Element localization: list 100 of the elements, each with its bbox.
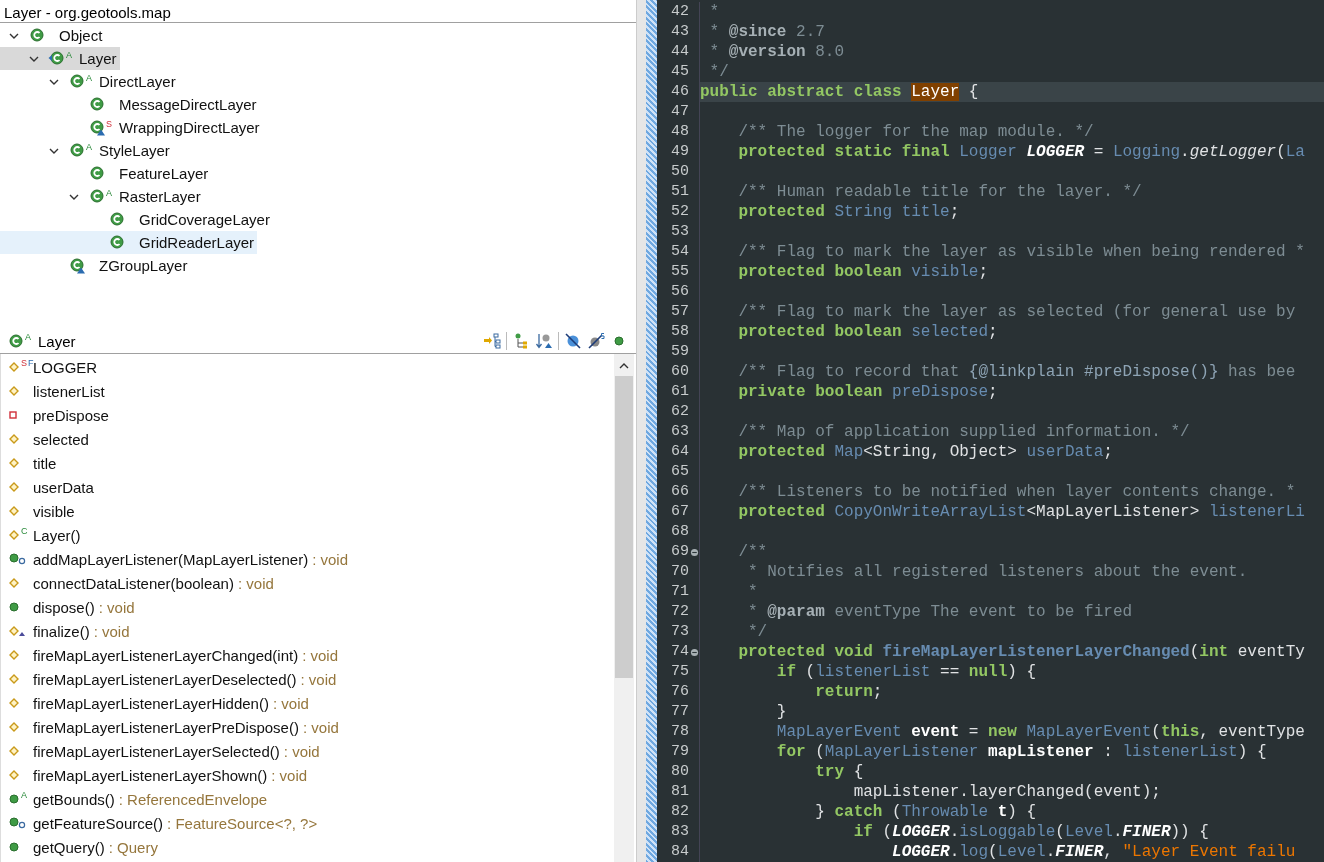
- tree-item[interactable]: Object: [0, 24, 106, 47]
- class-icon: [28, 27, 46, 44]
- member-item[interactable]: addMapLayerListener(MapLayerListener) : void: [1, 547, 614, 571]
- inherited-members-icon[interactable]: [483, 332, 501, 350]
- tree-item[interactable]: A RasterLayer: [0, 185, 204, 208]
- line-number: 67: [670, 502, 689, 522]
- code-line: return;: [814, 682, 883, 702]
- code-line: /** Flag to mark the layer as selected (for general use by: [737, 302, 1296, 322]
- diamond-icon: [9, 578, 19, 588]
- line-number: 77: [670, 702, 689, 722]
- member-name: getQuery(): [33, 838, 105, 856]
- line-number: 59: [670, 342, 689, 362]
- member-item[interactable]: title: [1, 451, 614, 475]
- line-number: 64: [670, 442, 689, 462]
- member-name: userData: [33, 478, 94, 496]
- modifier-label: S: [21, 358, 27, 368]
- fold-icon[interactable]: [689, 647, 699, 657]
- member-item[interactable]: selected: [1, 427, 614, 451]
- code-line: /** Human readable title for the layer. */: [737, 182, 1142, 202]
- view-title: Layer - org.geotools.map: [0, 0, 636, 23]
- member-item[interactable]: getFeatureSource() : FeatureSource<?, ?>: [1, 811, 614, 835]
- diamond-icon: [9, 506, 19, 516]
- dot-icon: [9, 553, 26, 565]
- member-name: selected: [33, 430, 89, 448]
- member-name: LOGGER: [33, 358, 98, 376]
- member-item[interactable]: finalize() : void: [1, 619, 614, 643]
- tree-item[interactable]: A StyleLayer: [0, 139, 173, 162]
- code-line: /**: [737, 542, 768, 562]
- code-line: } catch (Throwable t) {: [814, 802, 1037, 822]
- member-item[interactable]: visible: [1, 499, 614, 523]
- class-icon: [68, 142, 86, 159]
- member-item[interactable]: fireMapLayerListenerLayerSelected() : void: [1, 739, 614, 763]
- line-number: 72: [670, 602, 689, 622]
- tree-item[interactable]: GridCoverageLayer: [0, 208, 273, 231]
- member-item[interactable]: userData: [1, 475, 614, 499]
- member-item[interactable]: fireMapLayerListenerLayerPreDispose() : void: [1, 715, 614, 739]
- scrollbar[interactable]: [614, 354, 634, 862]
- code-line: mapListener.layerChanged(event);: [852, 782, 1161, 802]
- tree-item[interactable]: ZGroupLayer: [0, 254, 191, 277]
- class-icon: [108, 211, 126, 228]
- tree-item[interactable]: S WrappingDirectLayer: [0, 116, 263, 139]
- member-item[interactable]: fireMapLayerListenerLayerShown() : void: [1, 763, 614, 787]
- class-icon: [68, 73, 86, 90]
- line-number: 79: [670, 742, 689, 762]
- member-name: title: [33, 454, 57, 472]
- line-number: 60: [670, 362, 689, 382]
- line-number: 47: [670, 102, 689, 122]
- hide-static-icon[interactable]: [587, 332, 605, 350]
- member-item[interactable]: fireMapLayerListenerLayerChanged(int) : void: [1, 643, 614, 667]
- line-number: 63: [670, 422, 689, 442]
- line-number: 82: [670, 802, 689, 822]
- line-number: 80: [670, 762, 689, 782]
- return-type: : void: [271, 766, 308, 784]
- code-line: }: [775, 702, 787, 722]
- line-number: 76: [670, 682, 689, 702]
- line-number: 58: [670, 322, 689, 342]
- return-type: : void: [283, 742, 320, 760]
- member-item[interactable]: C Layer(): [1, 523, 614, 547]
- member-item[interactable]: fireMapLayerListenerLayerDeselected() : void: [1, 667, 614, 691]
- dot-icon: [9, 842, 19, 852]
- tree-item[interactable]: A Layer: [0, 47, 120, 70]
- diamond-icon: [9, 770, 19, 780]
- tree-item[interactable]: A DirectLayer: [0, 70, 179, 93]
- dot-icon: [9, 794, 19, 804]
- member-item[interactable]: listenerList: [1, 379, 614, 403]
- fold-icon[interactable]: [689, 547, 699, 557]
- code-line: /** Flag to mark the layer as visible when being rendered *: [737, 242, 1305, 262]
- tree-item[interactable]: MessageDirectLayer: [0, 93, 260, 116]
- code-line: *: [747, 582, 758, 602]
- line-number: 68: [670, 522, 689, 542]
- member-item[interactable]: preDispose: [1, 403, 614, 427]
- code-line: MapLayerEvent event = new MapLayerEvent(this, eventType: [775, 722, 1305, 742]
- sort-icon[interactable]: [535, 332, 553, 350]
- scroll-up-icon[interactable]: [618, 362, 630, 370]
- modifier-label: A: [21, 790, 27, 800]
- member-name: fireMapLayerListenerLayerPreDispose(): [33, 718, 299, 736]
- class-icon: [88, 188, 106, 205]
- member-item[interactable]: A getBounds() : ReferencedEnvelope: [1, 787, 614, 811]
- code-line: private boolean preDispose;: [737, 382, 998, 402]
- return-type: : ReferencedEnvelope: [118, 790, 268, 808]
- type-name: Layer: [38, 332, 76, 350]
- line-number: 44: [670, 42, 689, 62]
- tree-item[interactable]: FeatureLayer: [0, 162, 212, 185]
- line-number: 50: [670, 162, 689, 182]
- diamond-icon: [9, 625, 26, 637]
- hide-fields-icon[interactable]: [564, 332, 582, 350]
- modifier-label: A: [25, 332, 31, 342]
- member-name: finalize(): [33, 622, 90, 640]
- line-number: 51: [670, 182, 689, 202]
- class-icon: [88, 119, 106, 136]
- tree-item[interactable]: GridReaderLayer: [0, 231, 258, 254]
- line-number: 69: [670, 542, 689, 562]
- member-item[interactable]: fireMapLayerListenerLayerHidden() : void: [1, 691, 614, 715]
- return-type: : Query: [108, 838, 158, 856]
- member-item[interactable]: connectDataListener(boolean) : void: [1, 571, 614, 595]
- modifier-label: S: [106, 119, 112, 129]
- member-item[interactable]: dispose() : void: [1, 595, 614, 619]
- member-item[interactable]: getQuery() : Query: [1, 835, 614, 859]
- diamond-icon: [9, 434, 19, 444]
- line-number: 81: [670, 782, 689, 802]
